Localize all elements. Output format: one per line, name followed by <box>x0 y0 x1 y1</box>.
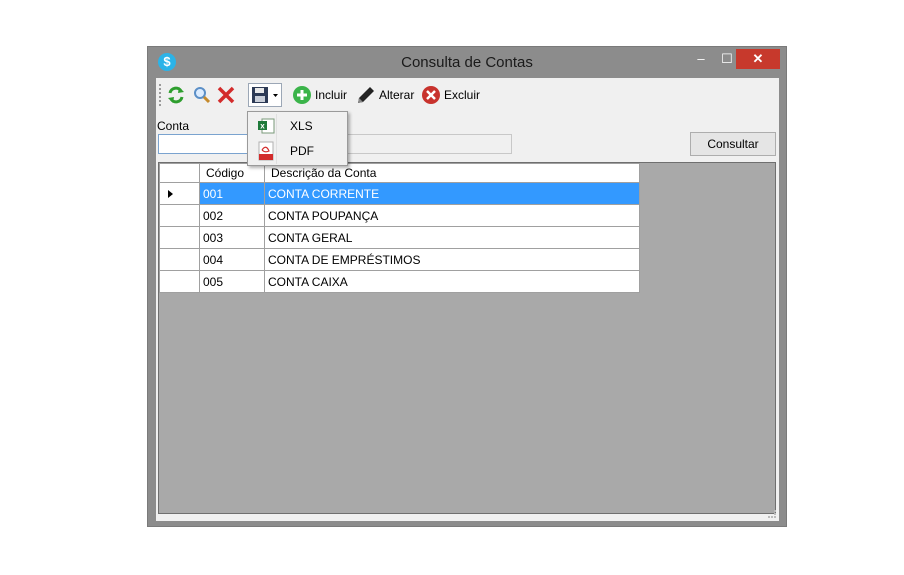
minimize-button[interactable]: – <box>688 49 714 69</box>
floppy-disk-icon <box>252 87 268 103</box>
search-button[interactable] <box>192 83 212 107</box>
pencil-icon <box>358 87 374 103</box>
red-x-icon <box>217 86 235 104</box>
refresh-icon <box>168 86 184 104</box>
export-dropdown-menu: x XLS PDF <box>247 111 348 166</box>
add-icon <box>293 86 311 104</box>
refresh-button[interactable] <box>166 83 186 107</box>
close-button[interactable]: ✕ <box>736 49 780 69</box>
codigo-cell[interactable]: 001 <box>199 182 265 205</box>
descricao-cell[interactable]: CONTA CORRENTE <box>264 182 640 205</box>
menu-item-xls[interactable]: x XLS <box>250 114 346 138</box>
codigo-cell[interactable]: 003 <box>199 226 265 249</box>
row-header-corner <box>159 163 200 183</box>
descricao-input[interactable] <box>342 134 512 154</box>
table-row[interactable]: 001 CONTA CORRENTE <box>159 182 640 205</box>
incluir-label: Incluir <box>315 88 348 102</box>
table-header-row: Código Descrição da Conta <box>159 163 640 183</box>
descricao-cell[interactable]: CONTA DE EMPRÉSTIMOS <box>264 248 640 271</box>
excel-icon: x <box>254 117 278 135</box>
pdf-icon <box>254 141 278 161</box>
delete-icon <box>422 86 440 104</box>
incluir-button[interactable]: Incluir <box>292 83 347 107</box>
svg-text:x: x <box>260 122 265 131</box>
save-export-button[interactable] <box>248 83 282 107</box>
table-row[interactable]: 003 CONTA GERAL <box>159 226 640 249</box>
conta-input[interactable] <box>158 134 258 154</box>
consultar-button[interactable]: Consultar <box>690 132 776 156</box>
alterar-label: Alterar <box>379 88 415 102</box>
row-header[interactable] <box>159 204 200 227</box>
table-row[interactable]: 002 CONTA POUPANÇA <box>159 204 640 227</box>
clear-button[interactable] <box>216 83 236 107</box>
accounts-table: Código Descrição da Conta 001 CONTA CORR… <box>159 163 640 293</box>
descricao-cell[interactable]: CONTA CAIXA <box>264 270 640 293</box>
descricao-cell[interactable]: CONTA POUPANÇA <box>264 204 640 227</box>
title-bar[interactable]: $ Consulta de Contas – ☐ ✕ <box>148 47 786 78</box>
excluir-button[interactable]: Excluir <box>421 83 480 107</box>
main-window: $ Consulta de Contas – ☐ ✕ Incluir Alter… <box>147 46 787 527</box>
current-row-arrow-icon <box>168 189 173 198</box>
row-header[interactable] <box>159 182 200 205</box>
alterar-button[interactable]: Alterar <box>356 83 414 107</box>
row-header[interactable] <box>159 248 200 271</box>
descricao-cell[interactable]: CONTA GERAL <box>264 226 640 249</box>
row-header[interactable] <box>159 226 200 249</box>
column-header-descricao[interactable]: Descrição da Conta <box>264 163 640 183</box>
toolbar: Incluir Alterar Excluir <box>156 78 779 112</box>
codigo-cell[interactable]: 004 <box>199 248 265 271</box>
toolbar-grip[interactable] <box>159 84 161 106</box>
row-header[interactable] <box>159 270 200 293</box>
resize-grip[interactable] <box>768 510 776 518</box>
magnifier-icon <box>194 87 211 104</box>
accounts-grid[interactable]: Código Descrição da Conta 001 CONTA CORR… <box>158 162 776 514</box>
menu-item-label: PDF <box>290 144 314 158</box>
menu-item-pdf[interactable]: PDF <box>250 139 346 163</box>
table-row[interactable]: 005 CONTA CAIXA <box>159 270 640 293</box>
column-header-codigo[interactable]: Código <box>199 163 265 183</box>
table-row[interactable]: 004 CONTA DE EMPRÉSTIMOS <box>159 248 640 271</box>
excluir-label: Excluir <box>444 88 481 102</box>
codigo-cell[interactable]: 005 <box>199 270 265 293</box>
codigo-cell[interactable]: 002 <box>199 204 265 227</box>
menu-item-label: XLS <box>290 119 313 133</box>
conta-label: Conta <box>157 119 190 133</box>
dropdown-arrow-icon <box>273 94 278 97</box>
